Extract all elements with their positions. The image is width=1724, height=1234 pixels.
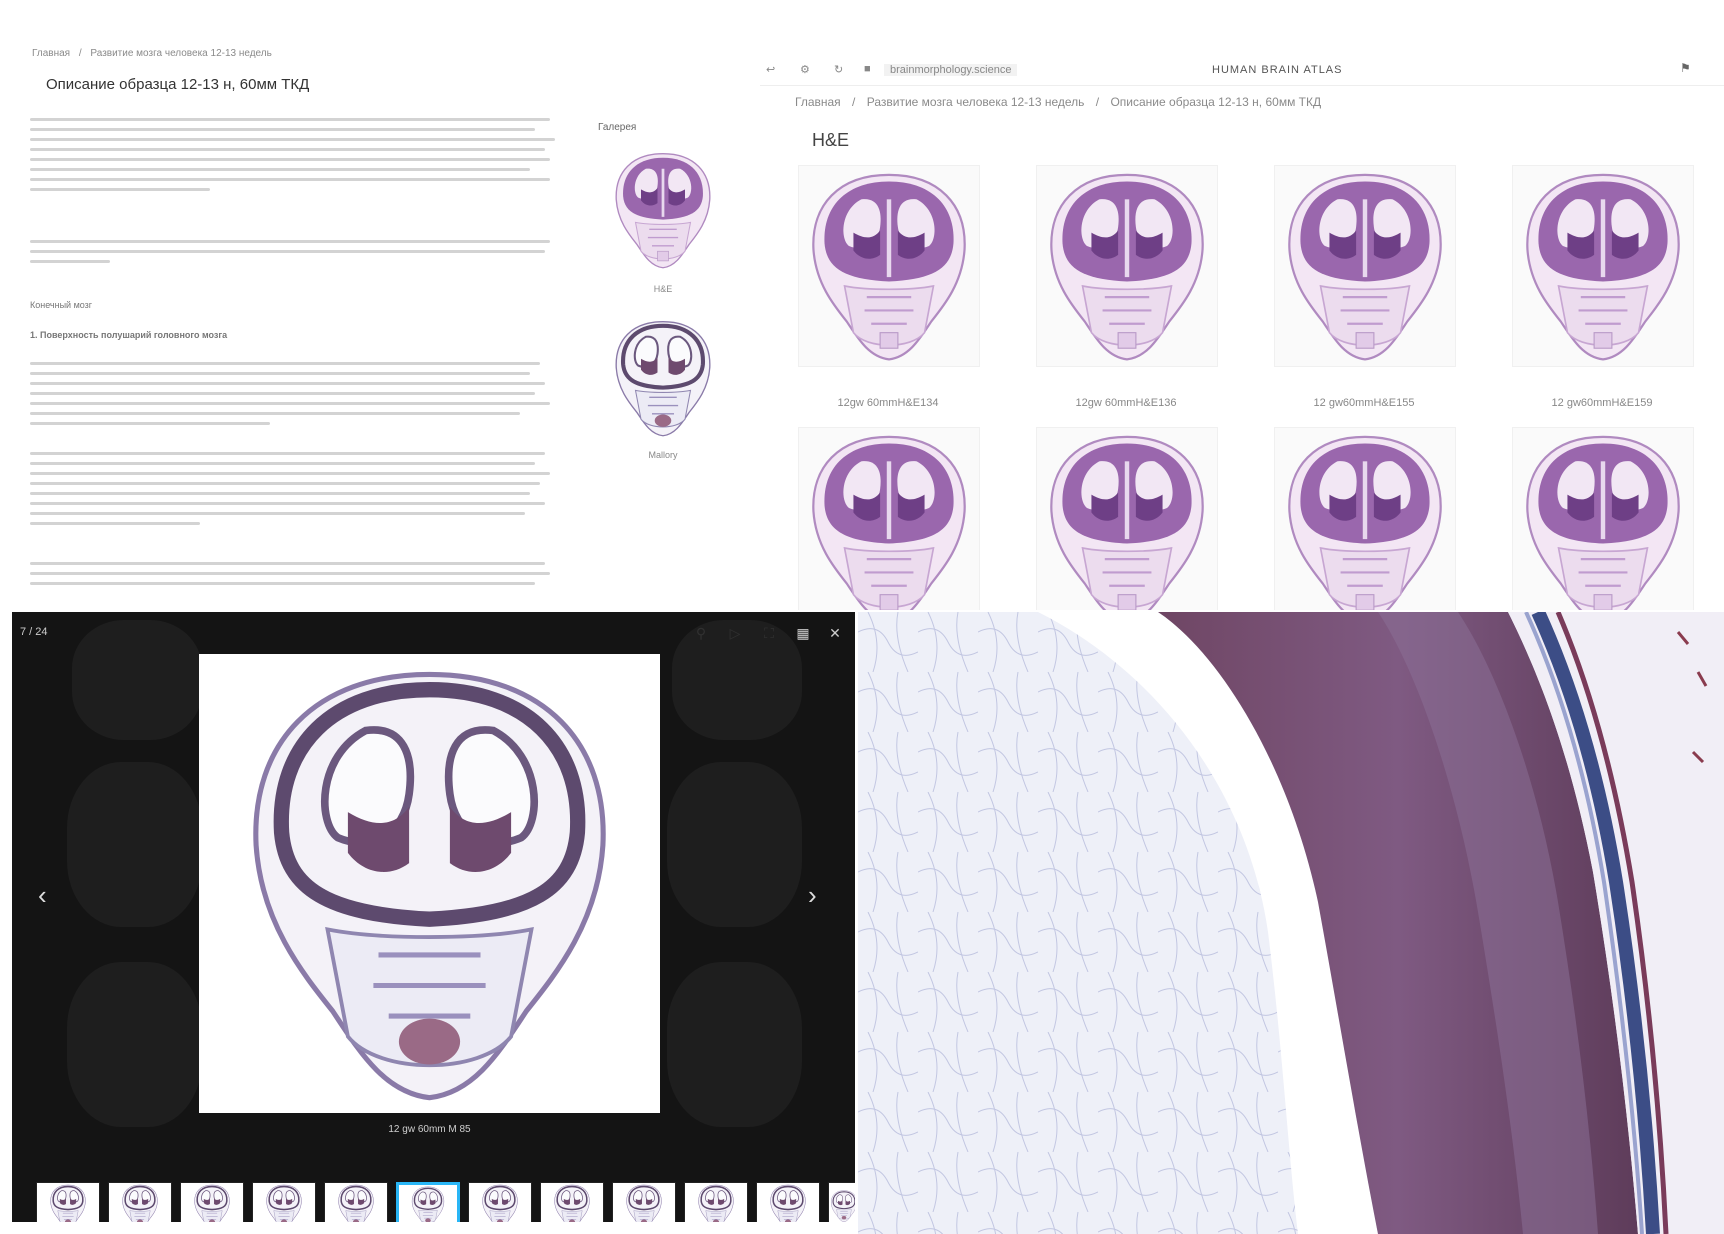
card-caption: 12gw 60mmH&E136 [1075,397,1177,409]
gallery-thumb-he-caption: H&E [653,284,673,294]
close-icon[interactable]: ✕ [826,624,844,642]
slide-caption: 12 gw 60mm M 85 [388,1124,471,1135]
section-thumb-image [399,1185,457,1222]
gallery-card[interactable] [1512,165,1694,367]
strip-thumb[interactable] [180,1182,244,1222]
section-thumb-image [757,1183,819,1222]
background-ghost-image [67,962,202,1127]
section-thumb-image [181,1183,243,1222]
he-section-image [1513,428,1693,610]
he-section-image [799,166,979,366]
back-icon[interactable]: ↩ [766,63,775,76]
background-ghost-image [667,962,802,1127]
refresh-icon[interactable]: ↻ [834,63,843,76]
subsection-heading: 1. Поверхность полушарий головного мозга [30,330,228,340]
background-ghost-image [667,762,802,927]
description-paragraph-1 [30,118,560,198]
breadcrumb-separator: / [852,95,856,109]
url-bar[interactable]: brainmorphology.science [884,64,1018,76]
micrograph-image [858,612,1724,1234]
he-section-image [1275,166,1455,366]
gallery-card[interactable] [798,427,980,610]
gallery-card[interactable] [1274,427,1456,610]
divider [760,85,1724,86]
breadcrumb-separator: / [1095,95,1100,109]
strip-thumb[interactable] [540,1182,604,1222]
breadcrumb-home[interactable]: Главная [795,95,841,109]
breadcrumb-stage[interactable]: Развитие мозга человека 12-13 недель [867,95,1085,109]
card-caption: 12 gw60mmH&E159 [1551,397,1653,409]
strip-thumb-active[interactable] [396,1182,460,1222]
strip-thumb[interactable] [612,1182,676,1222]
gallery-card[interactable] [1036,165,1218,367]
gallery-thumb-mallory-caption: Mallory [648,450,678,460]
site-title: HUMAN BRAIN ATLAS [1212,64,1343,76]
breadcrumb: Главная / Развитие мозга человека 12-13 … [32,48,272,59]
section-thumb-image [37,1183,99,1222]
slide-counter: 7 / 24 [20,626,48,638]
next-arrow-icon[interactable]: › [808,880,817,911]
settings-icon[interactable]: ⚙ [800,63,810,76]
section-heading: Конечный мозг [30,300,93,310]
grid-icon[interactable]: ▦ [794,624,812,642]
prev-arrow-icon[interactable]: ‹ [38,880,47,911]
strip-thumb[interactable] [108,1182,172,1222]
gallery-card[interactable] [1274,165,1456,367]
background-ghost-image [67,762,202,927]
he-section-image [799,428,979,610]
mallory-section-image [199,654,660,1113]
lock-icon: ■ [864,63,871,75]
page-title: Описание образца 12-13 н, 60мм ТКД [46,76,310,93]
strip-thumb[interactable] [324,1182,388,1222]
lightbox-main-image[interactable] [199,654,660,1113]
section-thumb-image [253,1183,315,1222]
breadcrumb: Главная / Развитие мозга человека 12-13 … [795,95,1321,109]
gallery-thumb-he[interactable] [608,146,718,274]
strip-thumb[interactable] [36,1182,100,1222]
breadcrumb-separator: / [78,48,82,59]
breadcrumb-current[interactable]: Описание образца 12-13 н, 60мм ТКД [1110,95,1321,109]
he-section-image [1513,166,1693,366]
strip-thumb[interactable] [828,1182,855,1222]
description-paragraph-2 [30,240,560,270]
he-section-image [1275,428,1455,610]
section-thumb-image [541,1183,603,1222]
gallery-thumb-mallory[interactable] [608,314,718,442]
section-thumb-image [469,1183,531,1222]
section-thumb-image [829,1183,855,1222]
he-gallery-page: ↩ ⚙ ↻ ■ brainmorphology.science HUMAN BR… [760,55,1724,610]
section-thumb-image [685,1183,747,1222]
section-thumb-image [109,1183,171,1222]
background-ghost-image [672,620,802,740]
section-title: H&E [812,130,850,150]
strip-thumb[interactable] [756,1182,820,1222]
he-section-image [608,146,718,274]
gallery-card[interactable] [798,165,980,367]
breadcrumb-home[interactable]: Главная [32,48,70,59]
gallery-label: Галерея [598,122,637,133]
description-paragraph-5 [30,562,560,592]
description-page: Главная / Развитие мозга человека 12-13 … [0,0,760,610]
thumbnail-strip [12,1182,855,1222]
tissue-micrograph[interactable] [858,612,1724,1234]
gallery-card[interactable] [1036,427,1218,610]
description-paragraph-4 [30,452,560,532]
section-thumb-image [613,1183,675,1222]
description-paragraph-3 [30,362,560,432]
gallery-card[interactable] [1512,427,1694,610]
strip-thumb[interactable] [468,1182,532,1222]
background-ghost-image [72,620,202,740]
section-thumb-image [325,1183,387,1222]
bookmark-icon[interactable]: ⚑ [1680,61,1691,75]
strip-thumb[interactable] [684,1182,748,1222]
card-caption: 12 gw60mmH&E155 [1313,397,1415,409]
breadcrumb-current[interactable]: Развитие мозга человека 12-13 недель [90,48,271,59]
card-caption: 12gw 60mmH&E134 [837,397,939,409]
mallory-section-image [608,314,718,442]
he-section-image [1037,428,1217,610]
image-lightbox: 7 / 24 ⚲ ▷ ⛶ ▦ ✕ ‹ › 12 gw 60mm M 85 [12,612,855,1222]
he-section-image [1037,166,1217,366]
strip-thumb[interactable] [252,1182,316,1222]
